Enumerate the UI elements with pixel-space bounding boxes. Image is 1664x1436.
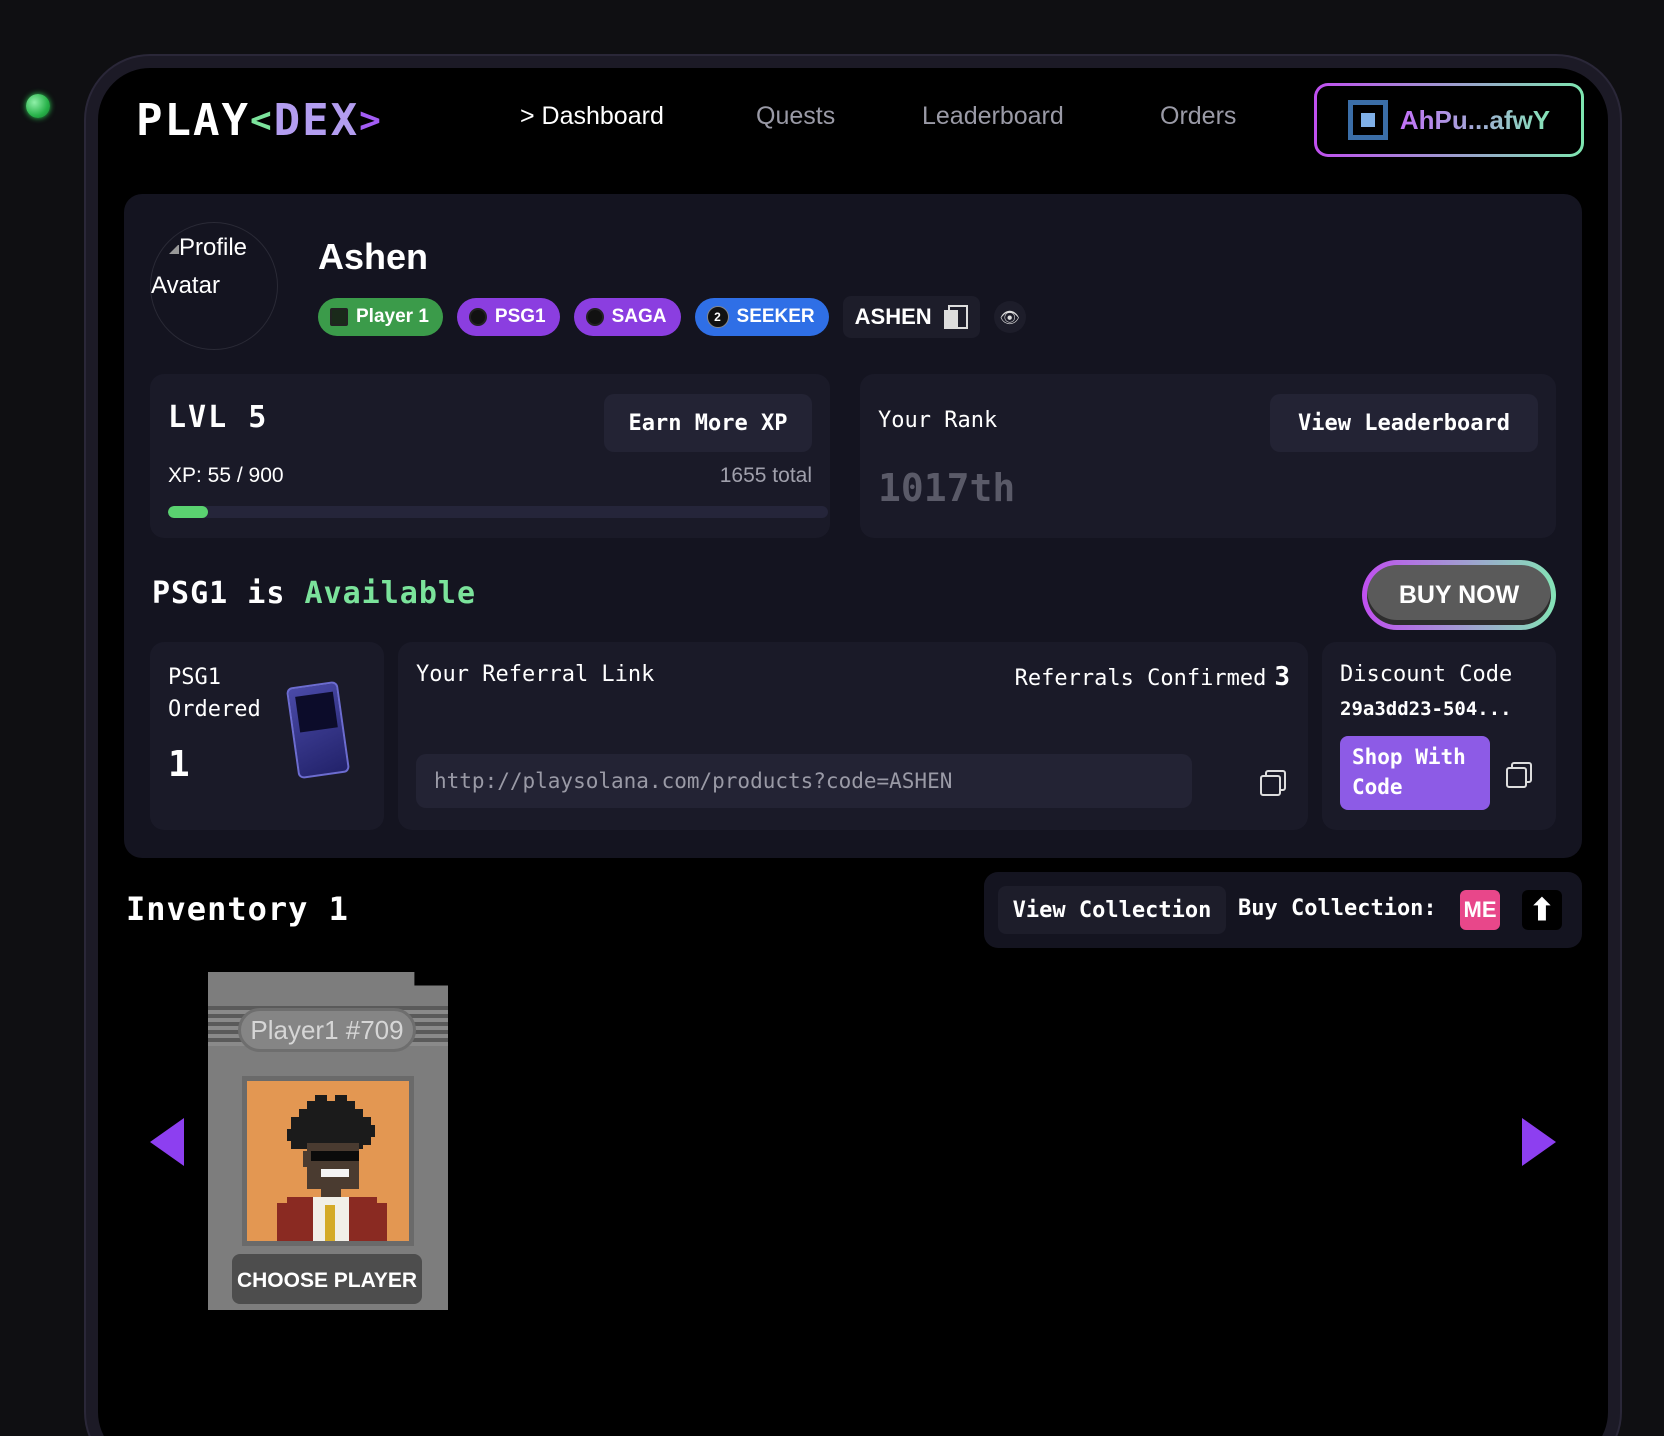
choose-player-button[interactable]: CHOOSE PLAYER [232, 1254, 422, 1304]
badge-label: Player 1 [356, 306, 429, 327]
rank-card: Your Rank View Leaderboard 1017th [860, 374, 1556, 538]
magic-eden-icon[interactable]: ME [1460, 890, 1500, 930]
logo-play-text: PLAY [136, 94, 250, 146]
availability-prefix: PSG1 is [152, 576, 286, 611]
copy-link-icon[interactable] [1260, 770, 1286, 796]
badge-player1: Player 1 [318, 298, 443, 336]
xp-progress-fill [168, 506, 209, 518]
profile-avatar: Profile Avatar [150, 222, 278, 350]
ordered-label: PSG1 Ordered [168, 665, 261, 722]
nav-link-quests[interactable]: Quests [756, 102, 835, 131]
copy-icon[interactable] [943, 305, 968, 329]
psg1-icon [468, 308, 487, 326]
logo-dex-text: DEX [273, 94, 360, 146]
profile-name: Ashen [318, 236, 429, 277]
nav-link-orders[interactable]: Orders [1160, 102, 1236, 131]
availability-status: Available [304, 576, 477, 611]
player-character-image [242, 1076, 414, 1246]
carousel-next-icon[interactable] [1522, 1118, 1556, 1166]
rank-value: 1017th [878, 466, 1016, 510]
wallet-icon [1347, 100, 1388, 140]
carousel-prev-icon[interactable] [150, 1118, 184, 1166]
logo-close-bracket: > [359, 99, 383, 141]
badge-psg1: PSG1 [456, 298, 560, 336]
status-indicator-dot [26, 94, 50, 118]
wallet-button-inner: AhPu...afwY [1317, 86, 1581, 154]
xp-total: 1655 total [719, 464, 812, 487]
referrals-confirmed-count: 3 [1274, 662, 1290, 692]
item-name: Player1 #709 [238, 1008, 416, 1052]
logo-open-bracket: < [249, 99, 274, 141]
psg1-device-image [285, 680, 351, 780]
pixel-character-art [247, 1081, 409, 1241]
earn-more-xp-button[interactable]: Earn More XP [604, 394, 812, 452]
referral-link-label: Your Referral Link [416, 662, 655, 687]
inventory-title: Inventory 1 [126, 890, 349, 928]
seeker-icon: 2 [706, 306, 729, 328]
buy-collection-label: Buy Collection: [1238, 896, 1437, 921]
discount-code-value: 29a3dd23-504... [1340, 698, 1512, 720]
copy-code-icon[interactable] [1506, 762, 1532, 788]
referral-card: Your Referral Link Referrals Confirmed 3 … [398, 642, 1308, 830]
xp-progress-bar [168, 506, 828, 518]
nav-link-dashboard[interactable]: > Dashboard [520, 102, 664, 131]
player1-icon [330, 308, 348, 326]
badge-label: PSG1 [494, 306, 546, 327]
view-collection-button[interactable]: View Collection [998, 886, 1226, 934]
badge-label: SAGA [611, 306, 667, 327]
nav-link-leaderboard[interactable]: Leaderboard [922, 102, 1064, 131]
playdex-logo[interactable]: PLAY < DEX > [136, 95, 383, 146]
discount-code-label: Discount Code [1340, 662, 1513, 687]
wallet-address: AhPu...afwY [1399, 104, 1551, 135]
level-title: LVL 5 [168, 400, 269, 435]
referrals-confirmed-label: Referrals Confirmed [1014, 666, 1267, 691]
referral-tag[interactable]: ASHEN [842, 296, 980, 338]
broken-image-icon [169, 244, 179, 254]
badge-seeker: 2 SEEKER [694, 298, 829, 336]
shop-with-code-button[interactable]: Shop With Code [1340, 736, 1490, 810]
referral-tag-text: ASHEN [854, 304, 932, 329]
buy-now-label: BUY NOW [1367, 565, 1551, 625]
profile-badges: Player 1 PSG1 SAGA 2 SEEKER ASHEN 👁 [318, 296, 1026, 338]
eye-icon[interactable]: 👁 [993, 301, 1026, 333]
buy-now-button[interactable]: BUY NOW [1362, 560, 1556, 630]
referrals-confirmed: Referrals Confirmed 3 [1015, 662, 1290, 692]
badge-label: SEEKER [736, 306, 815, 327]
collection-bar: View Collection Buy Collection: ME ⬆ [984, 872, 1582, 948]
avatar-alt-text: Profile Avatar [151, 234, 248, 299]
tensor-icon[interactable]: ⬆ [1522, 890, 1562, 930]
badge-saga: SAGA [573, 298, 681, 336]
view-leaderboard-button[interactable]: View Leaderboard [1270, 394, 1538, 452]
rank-label: Your Rank [878, 408, 998, 433]
top-navigation: PLAY < DEX > > Dashboard Quests Leaderbo… [124, 80, 1584, 160]
discount-card: Discount Code 29a3dd23-504... Shop With … [1322, 642, 1556, 830]
level-card: LVL 5 Earn More XP XP: 55 / 900 1655 tot… [150, 374, 830, 538]
wallet-button[interactable]: AhPu...afwY [1314, 83, 1584, 157]
saga-icon [585, 308, 604, 326]
inventory-item-card[interactable]: Player1 #709 CHOOSE PLAYER [208, 972, 448, 1310]
ordered-count: 1 [168, 744, 190, 785]
referral-link-field[interactable]: http://playsolana.com/products?code=ASHE… [416, 754, 1192, 808]
psg1-availability: PSG1 is Available [152, 576, 476, 611]
psg1-ordered-card: PSG1 Ordered 1 [150, 642, 384, 830]
xp-label: XP: 55 / 900 [168, 464, 284, 487]
